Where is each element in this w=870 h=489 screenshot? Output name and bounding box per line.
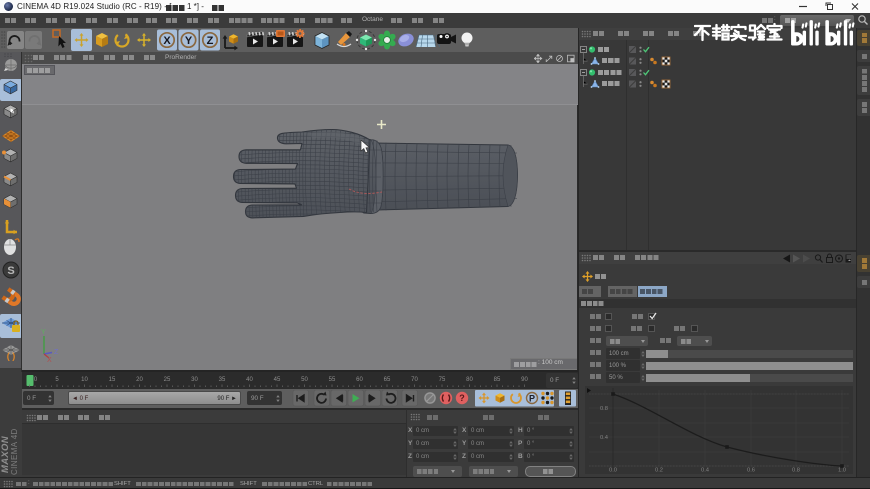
svg-text:55: 55 xyxy=(329,377,336,383)
svg-text:50: 50 xyxy=(301,377,308,383)
svg-text:( ): ( ) xyxy=(7,351,16,361)
svg-text:0: 0 xyxy=(34,377,38,383)
svg-text:5: 5 xyxy=(55,377,59,383)
svg-text:1.0: 1.0 xyxy=(838,468,846,474)
svg-text:P: P xyxy=(529,393,535,403)
svg-text:Z: Z xyxy=(54,349,59,356)
svg-text:0.4: 0.4 xyxy=(701,468,710,474)
svg-text:80: 80 xyxy=(466,377,473,383)
svg-text:X: X xyxy=(47,357,52,362)
svg-text:75: 75 xyxy=(439,377,446,383)
svg-text:60: 60 xyxy=(356,377,363,383)
svg-text:65: 65 xyxy=(384,377,391,383)
svg-text:25: 25 xyxy=(164,377,171,383)
svg-text:0.0: 0.0 xyxy=(609,468,617,474)
svg-text:Y: Y xyxy=(41,329,46,336)
svg-text:0.8: 0.8 xyxy=(792,468,800,474)
svg-text:0.6: 0.6 xyxy=(747,468,755,474)
svg-text:0.8: 0.8 xyxy=(600,406,608,412)
svg-text:70: 70 xyxy=(411,377,418,383)
svg-text:Y: Y xyxy=(185,35,193,47)
svg-text:40: 40 xyxy=(246,377,253,383)
svg-text:0.4: 0.4 xyxy=(600,435,609,441)
svg-text:90: 90 xyxy=(521,377,528,383)
svg-text:35: 35 xyxy=(219,377,226,383)
svg-text:0.2: 0.2 xyxy=(655,468,663,474)
svg-text:S: S xyxy=(7,265,14,277)
svg-text:85: 85 xyxy=(494,377,501,383)
svg-text:20: 20 xyxy=(136,377,143,383)
svg-text:?: ? xyxy=(459,393,465,403)
svg-text:15: 15 xyxy=(109,377,116,383)
svg-text:Z: Z xyxy=(207,35,214,47)
svg-text:45: 45 xyxy=(274,377,281,383)
svg-text:X: X xyxy=(163,35,171,47)
svg-text:30: 30 xyxy=(191,377,198,383)
svg-text:10: 10 xyxy=(81,377,88,383)
